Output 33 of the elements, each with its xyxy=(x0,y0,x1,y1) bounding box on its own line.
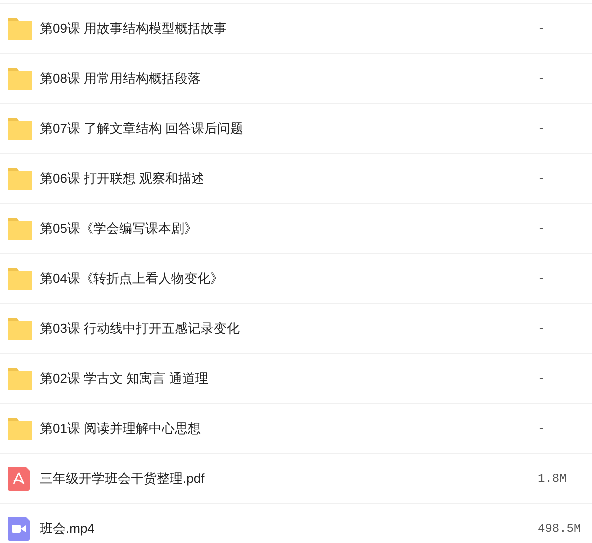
folder-icon xyxy=(8,418,32,440)
file-size: - xyxy=(538,320,546,338)
file-name[interactable]: 三年级开学班会干货整理.pdf xyxy=(40,468,538,488)
file-size: - xyxy=(538,70,546,88)
file-name[interactable]: 第08课 用常用结构概括段落 xyxy=(40,68,538,88)
file-size: - xyxy=(538,170,546,188)
video-icon xyxy=(8,516,30,540)
file-name[interactable]: 第02课 学古文 知寓言 通道理 xyxy=(40,368,538,388)
folder-icon xyxy=(8,218,32,240)
file-name[interactable]: 第06课 打开联想 观察和描述 xyxy=(40,168,538,188)
file-name[interactable]: 第04课《转折点上看人物变化》 xyxy=(40,268,538,288)
file-size: 498.5M xyxy=(538,520,582,538)
pdf-icon xyxy=(8,466,30,490)
file-size: - xyxy=(538,270,546,288)
file-size: - xyxy=(538,420,546,438)
file-size: - xyxy=(538,120,546,138)
file-size: - xyxy=(538,20,546,38)
file-name[interactable]: 第07课 了解文章结构 回答课后问题 xyxy=(40,118,538,138)
file-name[interactable]: 第03课 行动线中打开五感记录变化 xyxy=(40,318,538,338)
folder-icon xyxy=(8,18,32,40)
folder-icon xyxy=(8,68,32,90)
folder-icon xyxy=(8,118,32,140)
file-size: - xyxy=(538,220,546,238)
folder-icon xyxy=(8,168,32,190)
folder-icon xyxy=(8,318,32,340)
folder-icon xyxy=(8,268,32,290)
file-size: 1.8M xyxy=(538,470,568,488)
folder-icon xyxy=(8,368,32,390)
file-name[interactable]: 第05课《学会编写课本剧》 xyxy=(40,218,538,238)
file-name[interactable]: 第01课 阅读并理解中心思想 xyxy=(40,418,538,438)
file-size: - xyxy=(538,370,546,388)
file-name[interactable]: 第09课 用故事结构模型概括故事 xyxy=(40,18,538,38)
file-name[interactable]: 班会.mp4 xyxy=(40,518,538,538)
